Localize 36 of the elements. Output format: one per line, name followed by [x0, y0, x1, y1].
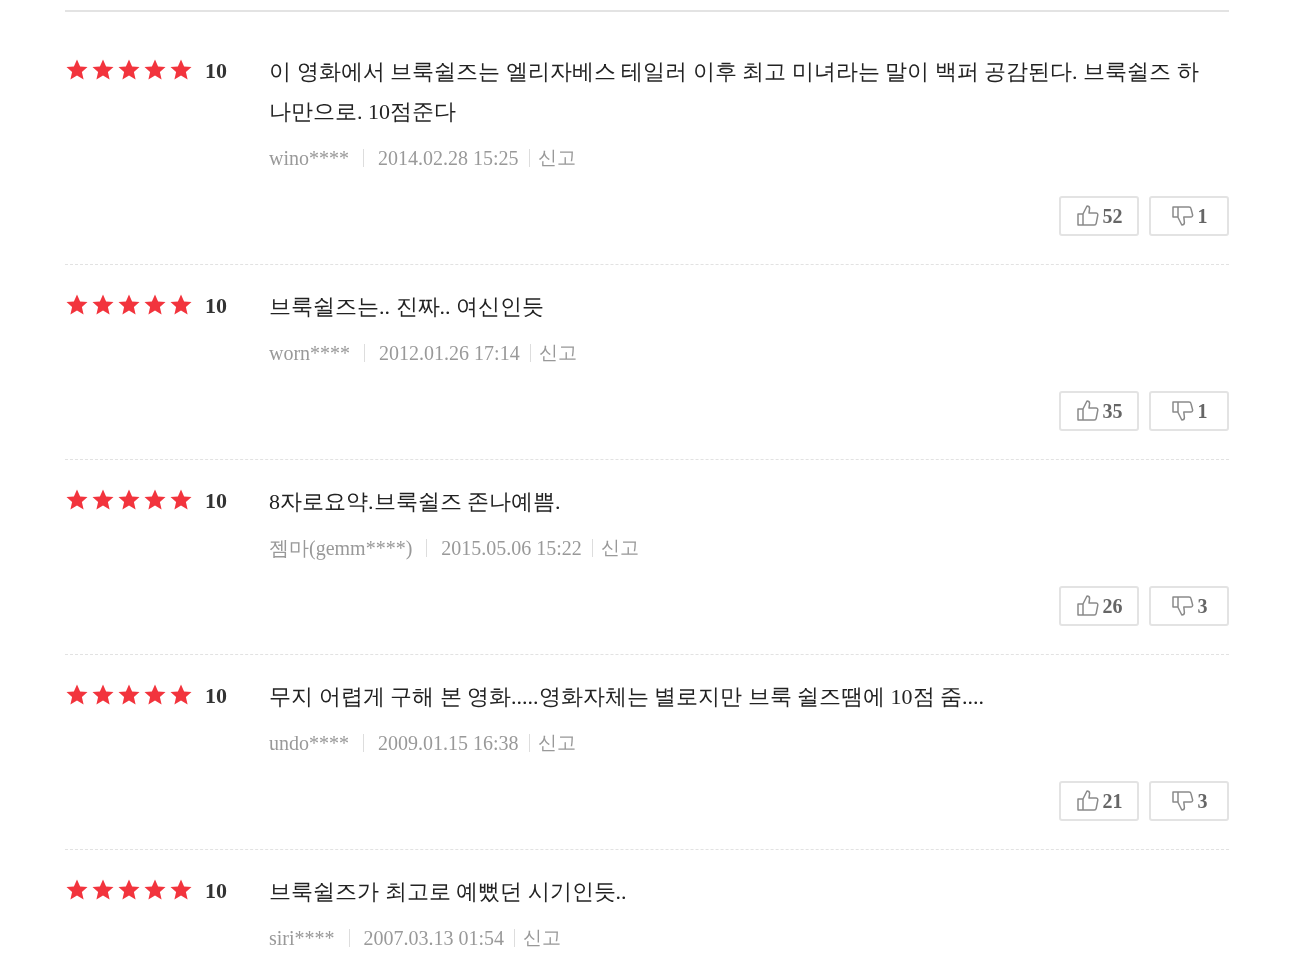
dislike-button[interactable]: 3 [1149, 586, 1229, 626]
thumbs-down-icon [1170, 789, 1195, 813]
thumbs-down-icon [1170, 204, 1195, 228]
like-button[interactable]: 52 [1059, 196, 1139, 236]
dislike-button[interactable]: 1 [1149, 196, 1229, 236]
thumbs-up-icon [1075, 204, 1100, 228]
dislike-button[interactable]: 3 [1149, 781, 1229, 821]
review-text: 8자로요약.브룩쉴즈 존나예쁨. [269, 488, 562, 516]
thumbs-up-icon [1075, 594, 1100, 618]
author-name: undo**** [269, 731, 349, 755]
review-text: 무지 어렵게 구해 본 영화.....영화자체는 별로지만 브룩 쉴즈땜에 10점 줌.... [269, 683, 985, 711]
like-button[interactable]: 26 [1059, 586, 1139, 626]
thumbs-up-icon [1075, 789, 1100, 813]
review-text: 브룩쉴즈가 최고로 예뻤던 시기인듯.. [269, 878, 628, 906]
rating-score: 10 [205, 683, 227, 709]
review-text: 브룩쉴즈는.. 진짜.. 여신인듯 [269, 293, 545, 321]
review-date: 2009.01.15 16:38 [378, 731, 519, 755]
dislike-button[interactable]: 1 [1149, 391, 1229, 431]
thumbs-down-icon [1170, 399, 1195, 423]
rating-score: 10 [205, 293, 227, 319]
author-name: siri**** [269, 926, 335, 950]
review-date: 2015.05.06 15:22 [441, 536, 582, 560]
review-date: 2012.01.26 17:14 [379, 341, 520, 365]
thumbs-down-icon [1170, 594, 1195, 618]
review-date: 2014.02.28 15:25 [378, 146, 519, 170]
review-date: 2007.03.13 01:54 [363, 926, 505, 950]
rating-score: 10 [205, 58, 227, 84]
author-name: wino**** [269, 146, 349, 170]
like-button[interactable]: 35 [1059, 391, 1139, 431]
rating-score: 10 [205, 878, 227, 904]
rating-score: 10 [205, 488, 227, 514]
review-text: 이 영화에서 브룩쉴즈는 엘리자베스 테일러 이후 최고 미녀라는 말이 백퍼 공감된다. 브룩쉴즈 하나만으로. 10점준다 [269, 58, 1200, 126]
author-name: 젬마(gemm****) [269, 536, 413, 560]
thumbs-up-icon [1075, 399, 1100, 423]
like-button[interactable]: 21 [1059, 781, 1139, 821]
author-name: worn**** [269, 341, 351, 365]
